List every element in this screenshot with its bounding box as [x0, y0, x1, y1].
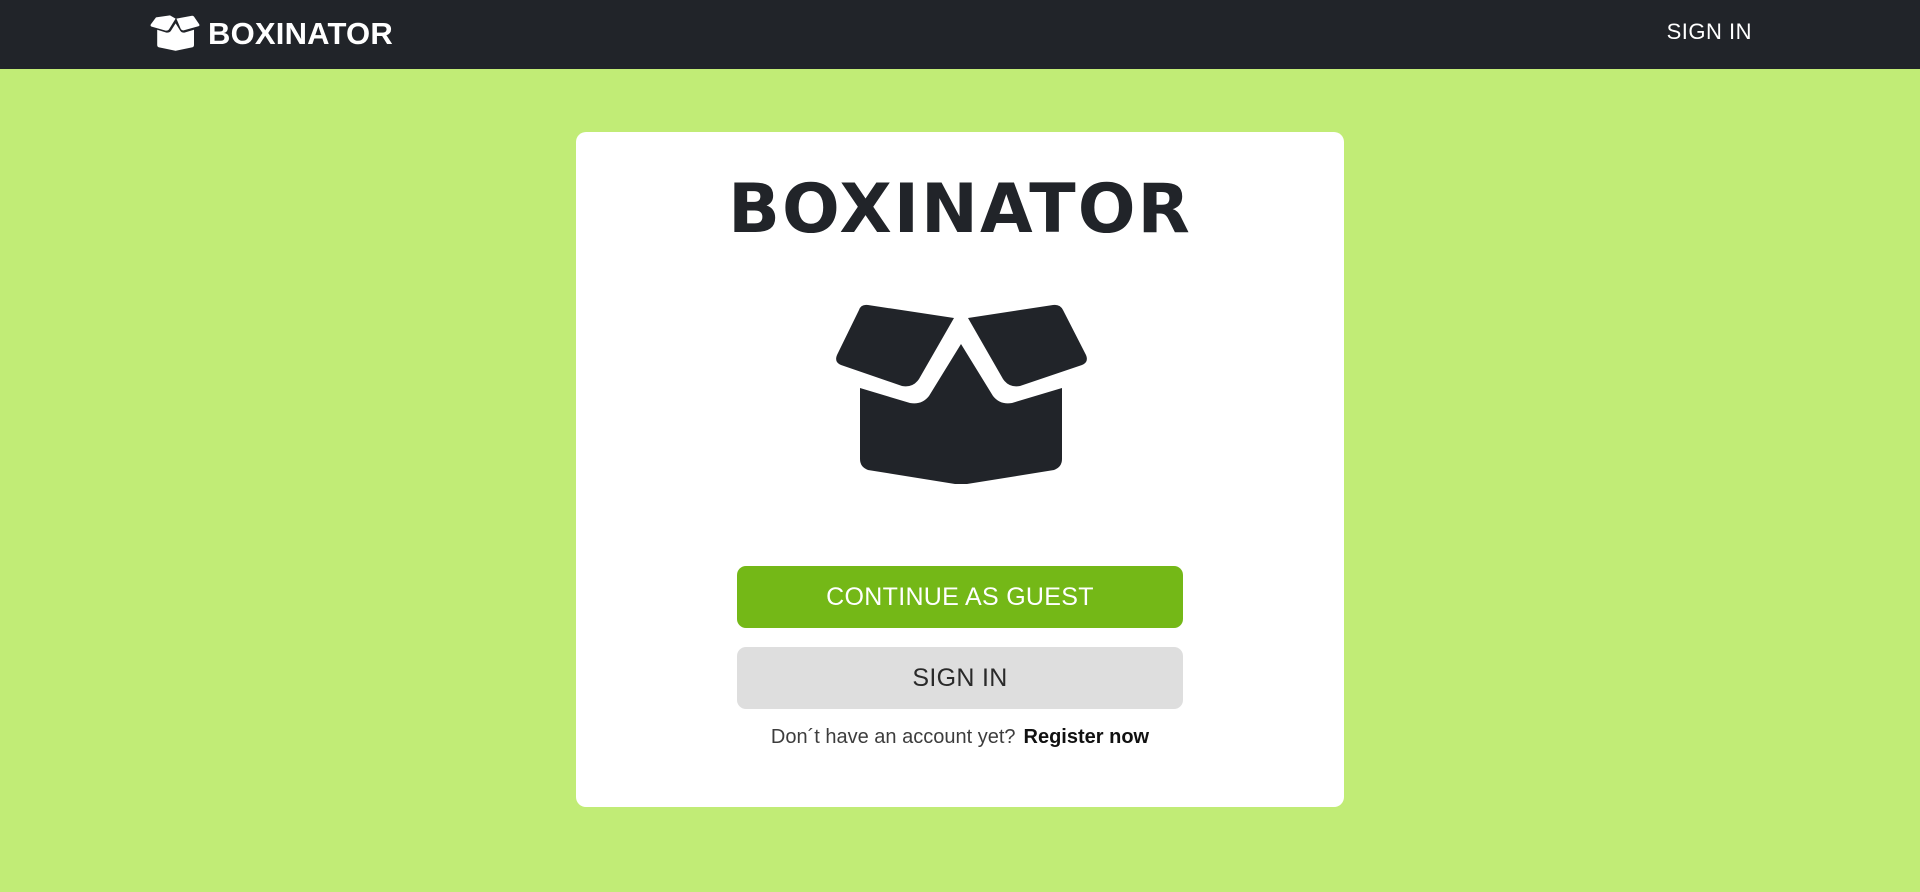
- open-box-icon: [150, 14, 200, 52]
- continue-as-guest-button[interactable]: CONTINUE AS GUEST: [737, 566, 1183, 628]
- register-now-link[interactable]: Register now: [1024, 726, 1150, 749]
- top-navbar: BOXINATOR SIGN IN: [0, 0, 1920, 69]
- nav-sign-in-link[interactable]: SIGN IN: [1667, 19, 1752, 45]
- sign-in-button[interactable]: SIGN IN: [737, 647, 1183, 709]
- register-prompt-text: Don´t have an account yet?: [770, 726, 1016, 748]
- welcome-card: BOXINATOR CONTINUE AS GUEST SIGN IN Don´…: [576, 132, 1344, 807]
- open-box-icon: [834, 304, 1088, 484]
- card-title: BOXINATOR: [728, 170, 1192, 249]
- brand-link[interactable]: BOXINATOR: [150, 13, 393, 53]
- brand-name: BOXINATOR: [208, 15, 393, 51]
- register-prompt-row: Don´t have an account yet? Register now: [576, 726, 1344, 749]
